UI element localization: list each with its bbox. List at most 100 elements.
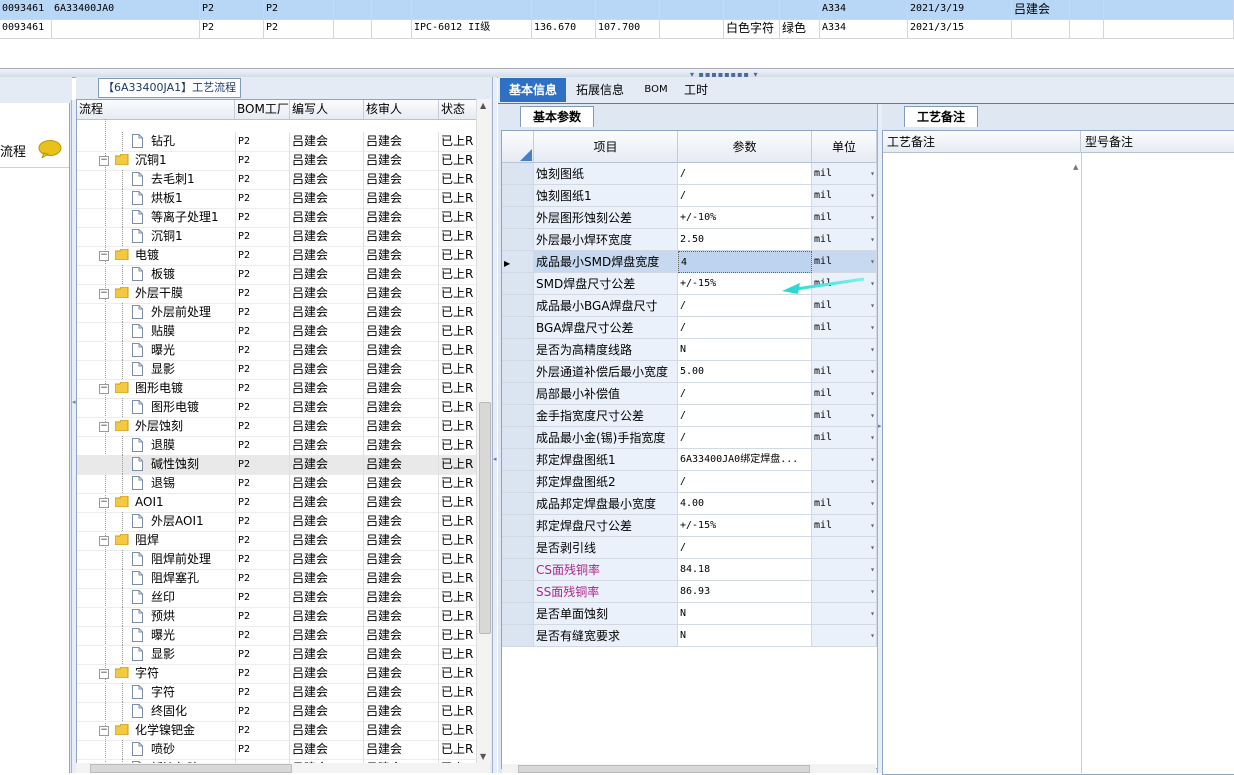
tree-row[interactable]: 字符 P2 吕建会 吕建会 已上R [77,683,477,703]
param-unit[interactable]: mil ▾ [812,207,877,229]
tree-row[interactable]: − 沉铜1 P2 吕建会 吕建会 已上R [77,151,477,171]
tree-row[interactable]: 去毛刺1 P2 吕建会 吕建会 已上R [77,170,477,190]
row-indicator[interactable] [502,339,534,361]
row-indicator[interactable] [502,317,534,339]
tree-row[interactable]: 沉铜1 P2 吕建会 吕建会 已上R [77,227,477,247]
dropdown-icon[interactable]: ▾ [870,273,875,294]
basic-params-tab[interactable]: 基本参数 [520,106,595,127]
tree-row[interactable]: 烘板1 P2 吕建会 吕建会 已上R [77,189,477,209]
tree-row[interactable]: 退锡 P2 吕建会 吕建会 已上R [77,474,477,494]
param-row[interactable]: 外层图形蚀刻公差 +/-10% mil ▾ [502,207,877,229]
param-value[interactable]: 5.00 [678,361,812,383]
param-value[interactable]: 2.50 [678,229,812,251]
tree-row[interactable]: − 阻焊 P2 吕建会 吕建会 已上R [77,531,477,551]
param-row[interactable]: 外层通道补偿后最小宽度 5.00 mil ▾ [502,361,877,383]
tree-vertical-scrollbar[interactable]: ▲ ▼ [476,99,491,763]
tree-row[interactable]: 预烘 P2 吕建会 吕建会 已上R [77,607,477,627]
param-value[interactable]: 4.00 [678,493,812,515]
row-indicator[interactable] [502,185,534,207]
param-value[interactable]: / [678,405,812,427]
tree-hscroll-thumb[interactable] [90,764,292,773]
middle-splitter[interactable]: ◂ [492,77,497,773]
param-unit[interactable]: mil ▾ [812,185,877,207]
splitter-arrow-icon[interactable]: ▸ [878,423,882,430]
dropdown-icon[interactable]: ▾ [870,493,875,514]
param-value[interactable]: 6A33400JA0绑定焊盘... [678,449,812,471]
collapse-icon[interactable]: − [99,726,109,736]
dropdown-icon[interactable]: ▾ [870,625,875,646]
col-item-header[interactable]: 项目 [534,131,678,163]
param-value[interactable]: 86.93 [678,581,812,603]
param-unit[interactable]: mil ▾ [812,515,877,537]
row-indicator[interactable] [502,229,534,251]
splitter-arrow-icon[interactable]: ◂ [493,456,497,463]
dropdown-icon[interactable]: ▾ [870,295,875,316]
param-row[interactable]: 蚀刻图纸 / mil ▾ [502,163,877,185]
param-row[interactable]: 是否剥引线 / ▾ [502,537,877,559]
param-unit[interactable]: mil ▾ [812,493,877,515]
params-horizontal-scrollbar[interactable] [502,764,876,773]
param-value[interactable]: 4 [678,251,812,273]
param-row[interactable]: 是否单面蚀刻 N ▾ [502,603,877,625]
row-indicator[interactable] [502,295,534,317]
dropdown-icon[interactable]: ▾ [870,603,875,624]
param-unit[interactable]: mil ▾ [812,163,877,185]
param-value[interactable]: N [678,625,812,647]
param-row[interactable]: 成品最小BGA焊盘尺寸 / mil ▾ [502,295,877,317]
param-row[interactable]: CS面残铜率 84.18 ▾ [502,559,877,581]
param-row[interactable]: 金手指宽度尺寸公差 / mil ▾ [502,405,877,427]
param-unit[interactable]: mil ▾ [812,251,877,273]
param-value[interactable]: +/-10% [678,207,812,229]
param-unit[interactable]: mil ▾ [812,427,877,449]
tree-horizontal-scrollbar[interactable] [76,763,490,773]
param-value[interactable]: / [678,295,812,317]
tree-col-header[interactable]: 状态 [439,100,477,119]
collapse-icon[interactable]: − [99,536,109,546]
param-row[interactable]: BGA焊盘尺寸公差 / mil ▾ [502,317,877,339]
dropdown-icon[interactable]: ▾ [870,581,875,602]
param-unit[interactable]: ▾ [812,603,877,625]
dropdown-icon[interactable]: ▾ [870,317,875,338]
dropdown-icon[interactable]: ▾ [870,449,875,470]
collapse-icon[interactable]: − [99,422,109,432]
tree-row[interactable]: 显影 P2 吕建会 吕建会 已上R [77,360,477,380]
top-grid-row[interactable]: 0093461 6A33400JA0 P2 P2 A334 2021/3/19 吕建会 [0,0,1234,20]
notes-col-process[interactable]: 工艺备注 [883,131,1081,153]
params-hscroll-thumb[interactable] [518,765,810,773]
dropdown-icon[interactable]: ▾ [870,383,875,404]
param-unit[interactable]: mil ▾ [812,405,877,427]
dropdown-icon[interactable]: ▾ [870,559,875,580]
row-indicator[interactable] [502,163,534,185]
tree-row[interactable]: 阻焊前处理 P2 吕建会 吕建会 已上R [77,550,477,570]
collapse-icon[interactable]: − [99,669,109,679]
dropdown-icon[interactable]: ▾ [870,405,875,426]
param-unit[interactable]: mil ▾ [812,229,877,251]
row-indicator[interactable] [502,405,534,427]
tree-row[interactable]: − AOI1 P2 吕建会 吕建会 已上R [77,493,477,513]
param-unit[interactable]: ▾ [812,581,877,603]
param-row[interactable]: 外层最小焊环宽度 2.50 mil ▾ [502,229,877,251]
tree-row[interactable]: − 电镀 P2 吕建会 吕建会 已上R [77,246,477,266]
dropdown-icon[interactable]: ▾ [870,427,875,448]
row-indicator[interactable] [502,361,534,383]
splitter-arrow-icon[interactable]: ◂ [72,399,76,406]
dropdown-icon[interactable]: ▾ [870,361,875,382]
param-row[interactable]: 邦定焊盘尺寸公差 +/-15% mil ▾ [502,515,877,537]
row-indicator[interactable] [502,581,534,603]
param-value[interactable]: / [678,163,812,185]
tree-row[interactable]: − 字符 P2 吕建会 吕建会 已上R [77,664,477,684]
param-unit[interactable]: ▾ [812,471,877,493]
tree-col-header[interactable]: 编写人 [290,100,364,119]
tab-extended-info[interactable]: 拓展信息 [568,78,632,102]
param-row[interactable]: 邦定焊盘图纸2/ ▾ [502,471,877,493]
tree-row[interactable]: − 图形电镀 P2 吕建会 吕建会 已上R [77,379,477,399]
tree-row[interactable]: 退膜 P2 吕建会 吕建会 已上R [77,436,477,456]
tree-row[interactable]: 阻焊塞孔 P2 吕建会 吕建会 已上R [77,569,477,589]
tree-row[interactable]: 板镀 P2 吕建会 吕建会 已上R [77,265,477,285]
col-unit-header[interactable]: 单位 [812,131,877,163]
row-indicator[interactable] [502,207,534,229]
param-row[interactable]: 成品邦定焊盘最小宽度 4.00 mil ▾ [502,493,877,515]
param-row[interactable]: 邦定焊盘图纸1 6A33400JA0绑定焊盘... ▾ [502,449,877,471]
grid-corner[interactable] [502,131,534,163]
row-indicator[interactable] [502,537,534,559]
